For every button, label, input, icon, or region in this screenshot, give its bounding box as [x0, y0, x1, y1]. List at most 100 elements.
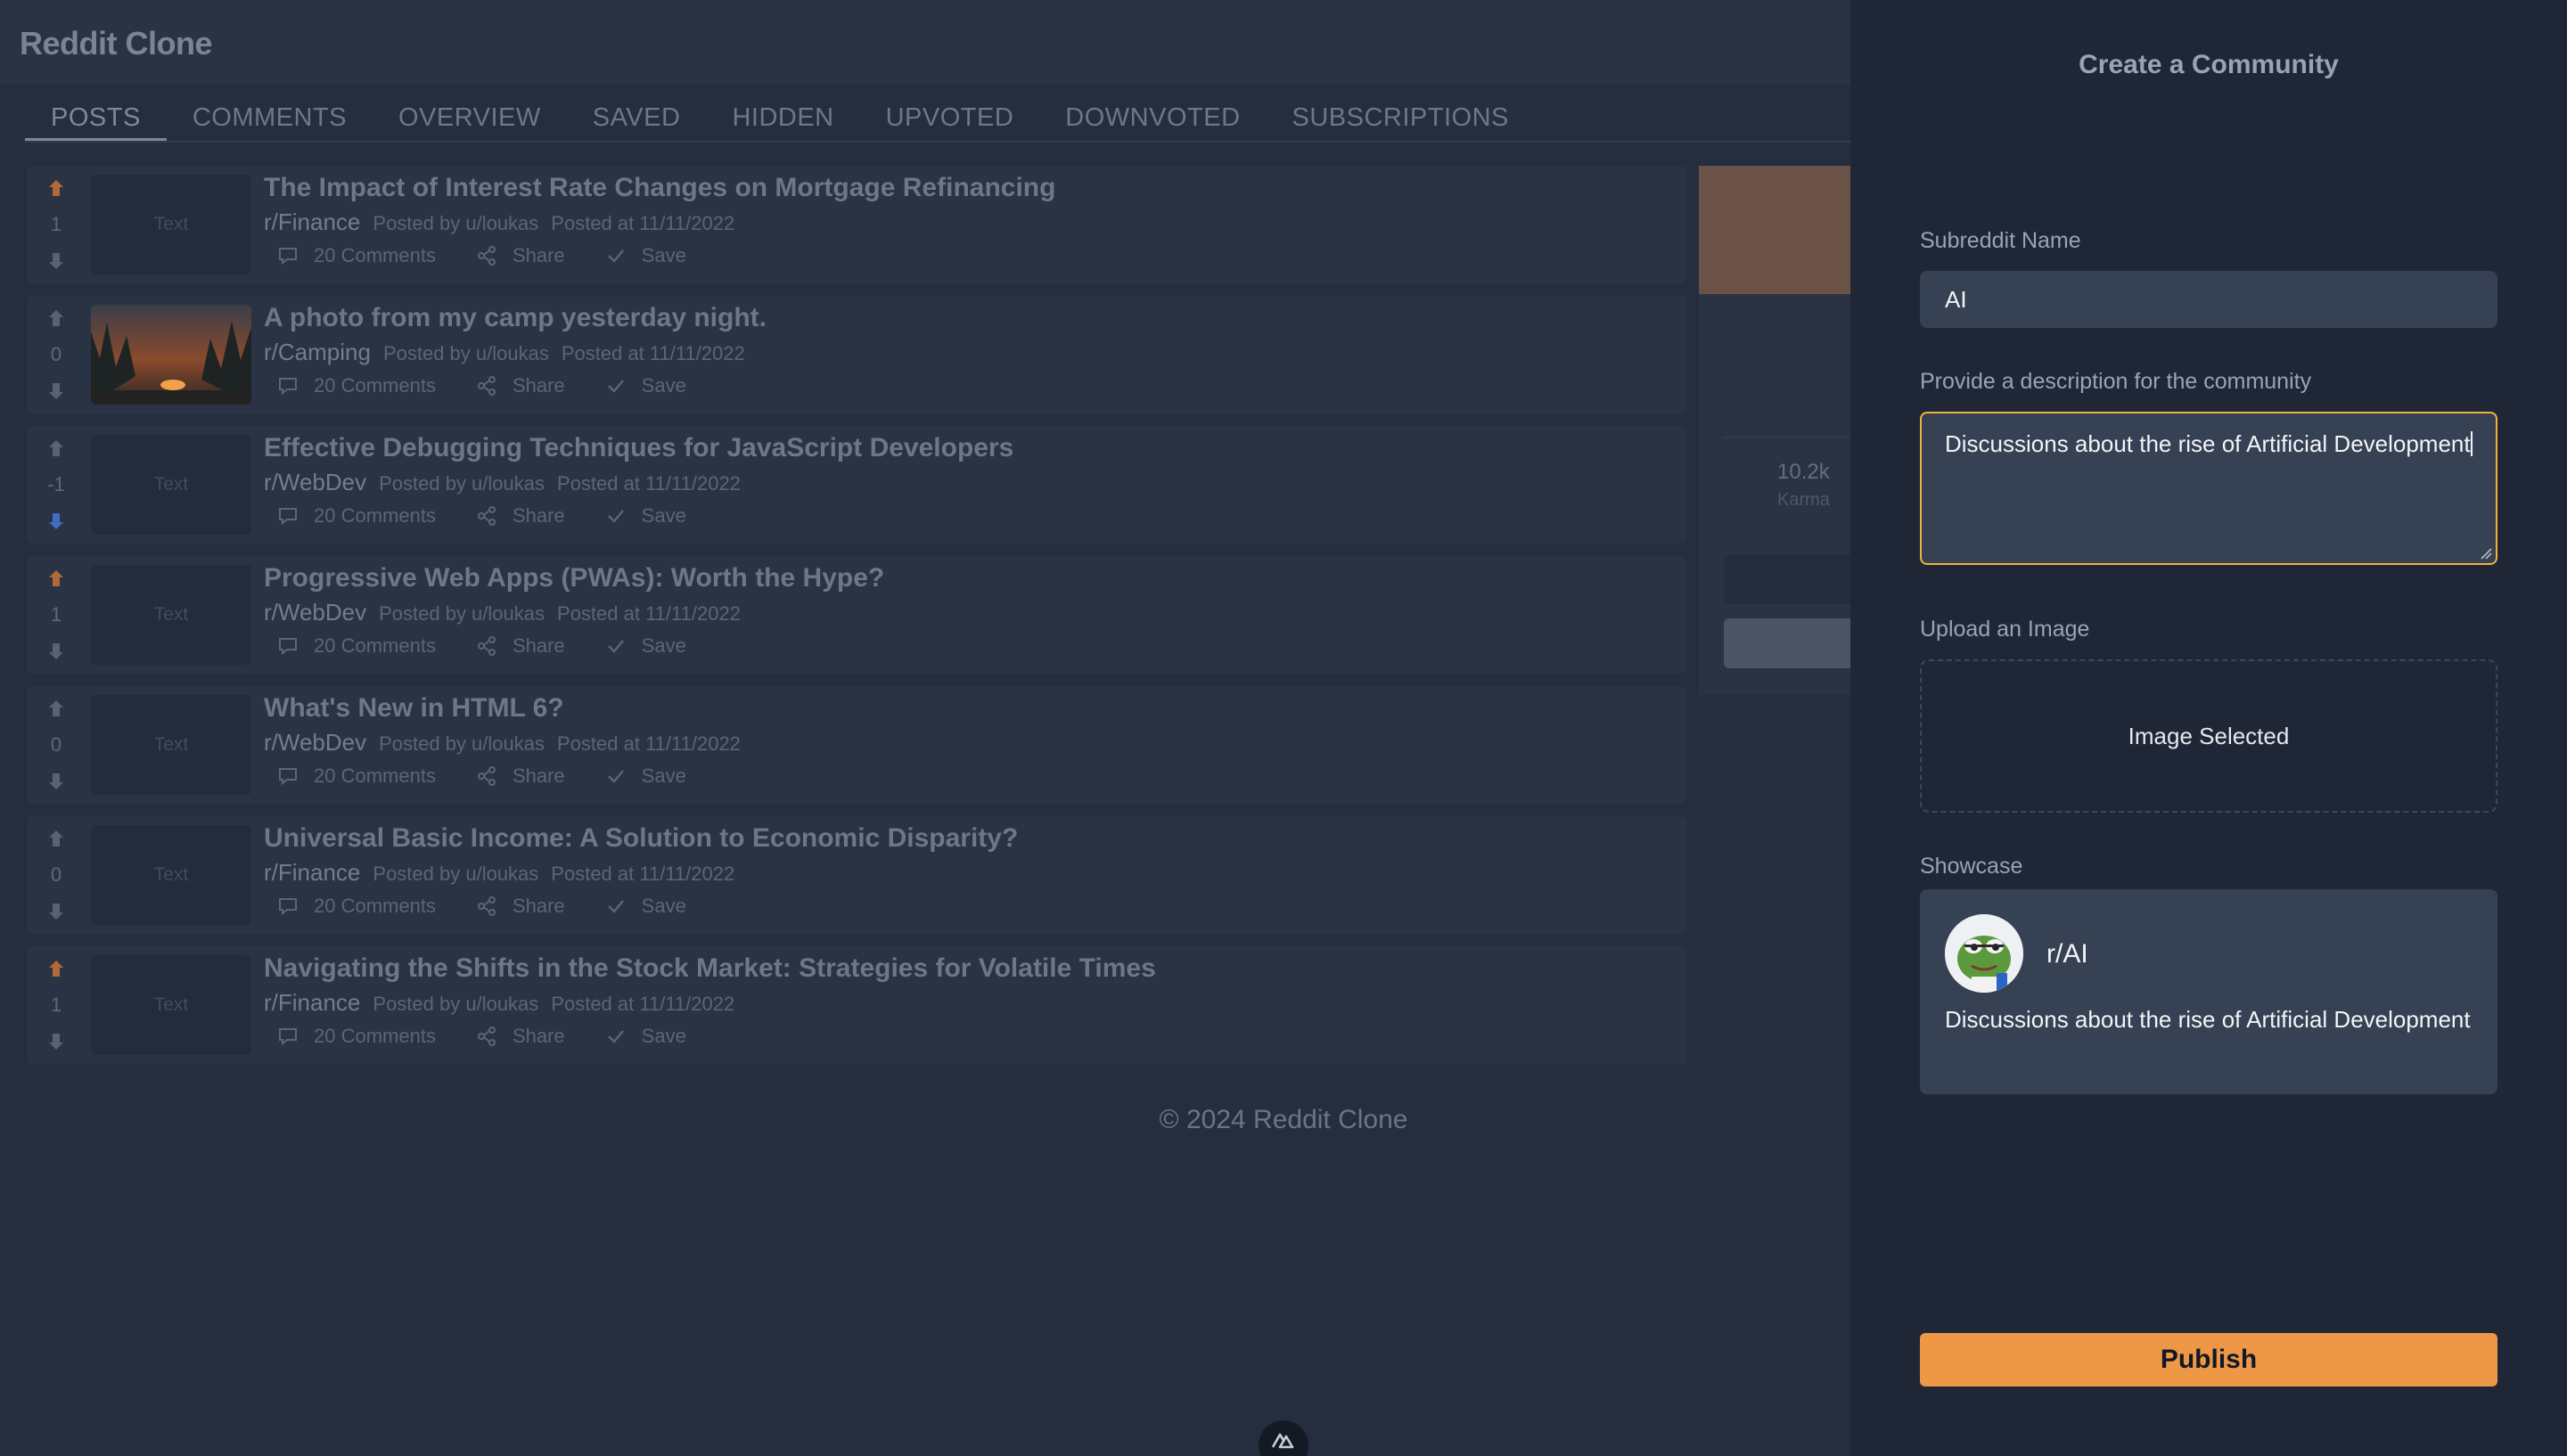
post-title[interactable]: Navigating the Shifts in the Stock Marke…: [264, 953, 1156, 984]
post-subreddit[interactable]: r/WebDev: [264, 599, 366, 626]
image-upload-dropzone[interactable]: Image Selected: [1920, 659, 2497, 813]
upvote-arrow-icon[interactable]: [45, 827, 68, 850]
tab-saved[interactable]: SAVED: [567, 100, 707, 141]
post-thumbnail[interactable]: [91, 305, 251, 405]
save-button[interactable]: Save: [604, 244, 686, 267]
profile-action-button[interactable]: [1724, 554, 1850, 604]
share-button[interactable]: Share: [475, 634, 565, 658]
comment-icon: [279, 508, 297, 526]
post-thumbnail[interactable]: Text: [91, 825, 251, 925]
description-textarea[interactable]: Discussions about the rise of Artificial…: [1920, 412, 2497, 565]
post-title[interactable]: The Impact of Interest Rate Changes on M…: [264, 173, 1055, 203]
downvote-arrow-icon[interactable]: [45, 510, 68, 533]
post-subreddit[interactable]: r/Finance: [264, 209, 360, 236]
save-button[interactable]: Save: [604, 895, 686, 918]
post-card[interactable]: 0 Text What's New in HTML 6? r/WebDev Posted…: [27, 686, 1686, 804]
share-button[interactable]: Share: [475, 244, 565, 267]
profile-banner: [1699, 166, 1850, 294]
comments-button[interactable]: 20 Comments: [276, 895, 436, 918]
upvote-arrow-icon[interactable]: [45, 697, 68, 720]
upvote-arrow-icon[interactable]: [45, 437, 68, 460]
post-card[interactable]: 1 Text Navigating the Shifts in the Stock …: [27, 946, 1686, 1064]
upvote-arrow-icon[interactable]: [45, 307, 68, 330]
downvote-arrow-icon[interactable]: [45, 770, 68, 793]
comment-icon: [279, 1028, 297, 1046]
drawer-title: Create a Community: [2079, 50, 2339, 79]
post-card[interactable]: 0 A photo from my camp yesterday night. r/…: [27, 296, 1686, 413]
post-title[interactable]: A photo from my camp yesterday night.: [264, 303, 767, 333]
app-logo[interactable]: Reddit Clone: [20, 25, 213, 62]
divider: [1724, 437, 1850, 438]
post-actions: 20 Comments Share Save: [276, 1025, 726, 1048]
post-title[interactable]: Progressive Web Apps (PWAs): Worth the H…: [264, 563, 884, 593]
post-thumbnail[interactable]: Text: [91, 955, 251, 1055]
post-card[interactable]: 1 Text Progressive Web Apps (PWAs): Worth …: [27, 556, 1686, 674]
save-button[interactable]: Save: [604, 504, 686, 528]
background-page: Reddit Clone POSTS COMMENTS OVERVIEW SAV…: [0, 0, 1850, 1456]
tab-overview[interactable]: OVERVIEW: [373, 100, 567, 141]
tab-posts[interactable]: POSTS: [25, 100, 167, 141]
post-thumbnail[interactable]: Text: [91, 175, 251, 274]
comments-count: 20 Comments: [314, 1025, 436, 1047]
save-button[interactable]: Save: [604, 1025, 686, 1048]
post-subreddit[interactable]: r/WebDev: [264, 469, 366, 496]
post-title[interactable]: What's New in HTML 6?: [264, 693, 564, 724]
comments-button[interactable]: 20 Comments: [276, 634, 436, 658]
post-thumbnail[interactable]: Text: [91, 565, 251, 665]
comments-button[interactable]: 20 Comments: [276, 244, 436, 267]
post-subreddit[interactable]: r/Finance: [264, 859, 360, 887]
tab-subscriptions[interactable]: SUBSCRIPTIONS: [1267, 100, 1535, 141]
post-card[interactable]: 0 Text Universal Basic Income: A Solution …: [27, 816, 1686, 934]
post-subreddit[interactable]: r/WebDev: [264, 729, 366, 757]
comments-button[interactable]: 20 Comments: [276, 1025, 436, 1048]
tab-hidden[interactable]: HIDDEN: [706, 100, 859, 141]
save-button[interactable]: Save: [604, 374, 686, 397]
post-author: Posted by u/loukas: [379, 602, 545, 625]
downvote-arrow-icon[interactable]: [45, 380, 68, 403]
post-thumbnail[interactable]: Text: [91, 695, 251, 795]
profile-secondary-button[interactable]: [1724, 618, 1850, 668]
post-title[interactable]: Effective Debugging Techniques for JavaS…: [264, 433, 1013, 463]
subreddit-name-input[interactable]: AI: [1920, 271, 2497, 328]
share-button[interactable]: Share: [475, 765, 565, 788]
upvote-arrow-icon[interactable]: [45, 957, 68, 980]
downvote-arrow-icon[interactable]: [45, 900, 68, 923]
resize-grip-icon[interactable]: [2480, 547, 2492, 560]
share-button[interactable]: Share: [475, 374, 565, 397]
post-card[interactable]: 1 Text The Impact of Interest Rate Changes…: [27, 166, 1686, 283]
comments-count: 20 Comments: [314, 374, 436, 397]
comments-button[interactable]: 20 Comments: [276, 374, 436, 397]
downvote-arrow-icon[interactable]: [45, 1030, 68, 1053]
downvote-arrow-icon[interactable]: [45, 249, 68, 273]
share-button[interactable]: Share: [475, 504, 565, 528]
post-card[interactable]: -1 Text Effective Debugging Techniques for…: [27, 426, 1686, 544]
tab-upvoted[interactable]: UPVOTED: [860, 100, 1040, 141]
post-author: Posted by u/loukas: [373, 212, 539, 234]
comments-count: 20 Comments: [314, 765, 436, 787]
post-actions: 20 Comments Share Save: [276, 895, 726, 918]
comments-button[interactable]: 20 Comments: [276, 765, 436, 788]
post-actions: 20 Comments Share Save: [276, 504, 726, 528]
check-icon: [607, 510, 624, 523]
share-button[interactable]: Share: [475, 1025, 565, 1048]
share-button[interactable]: Share: [475, 895, 565, 918]
post-subreddit[interactable]: r/Camping: [264, 339, 371, 366]
post-title[interactable]: Universal Basic Income: A Solution to Ec…: [264, 823, 1018, 854]
post-subreddit[interactable]: r/Finance: [264, 989, 360, 1017]
post-date: Posted at 11/11/2022: [551, 993, 735, 1015]
post-thumbnail[interactable]: Text: [91, 435, 251, 535]
upvote-arrow-icon[interactable]: [45, 567, 68, 590]
upvote-arrow-icon[interactable]: [45, 176, 68, 200]
save-label: Save: [641, 765, 686, 787]
publish-button[interactable]: Publish: [1920, 1333, 2497, 1386]
tab-comments[interactable]: COMMENTS: [167, 100, 373, 141]
vote-count: 1: [50, 213, 62, 235]
post-meta: r/Finance Posted by u/loukas Posted at 11/…: [264, 209, 747, 236]
save-button[interactable]: Save: [604, 634, 686, 658]
tab-downvoted[interactable]: DOWNVOTED: [1039, 100, 1266, 141]
save-button[interactable]: Save: [604, 765, 686, 788]
downvote-arrow-icon[interactable]: [45, 640, 68, 663]
upload-status: Image Selected: [2128, 722, 2290, 749]
check-icon: [607, 640, 624, 653]
comments-button[interactable]: 20 Comments: [276, 504, 436, 528]
